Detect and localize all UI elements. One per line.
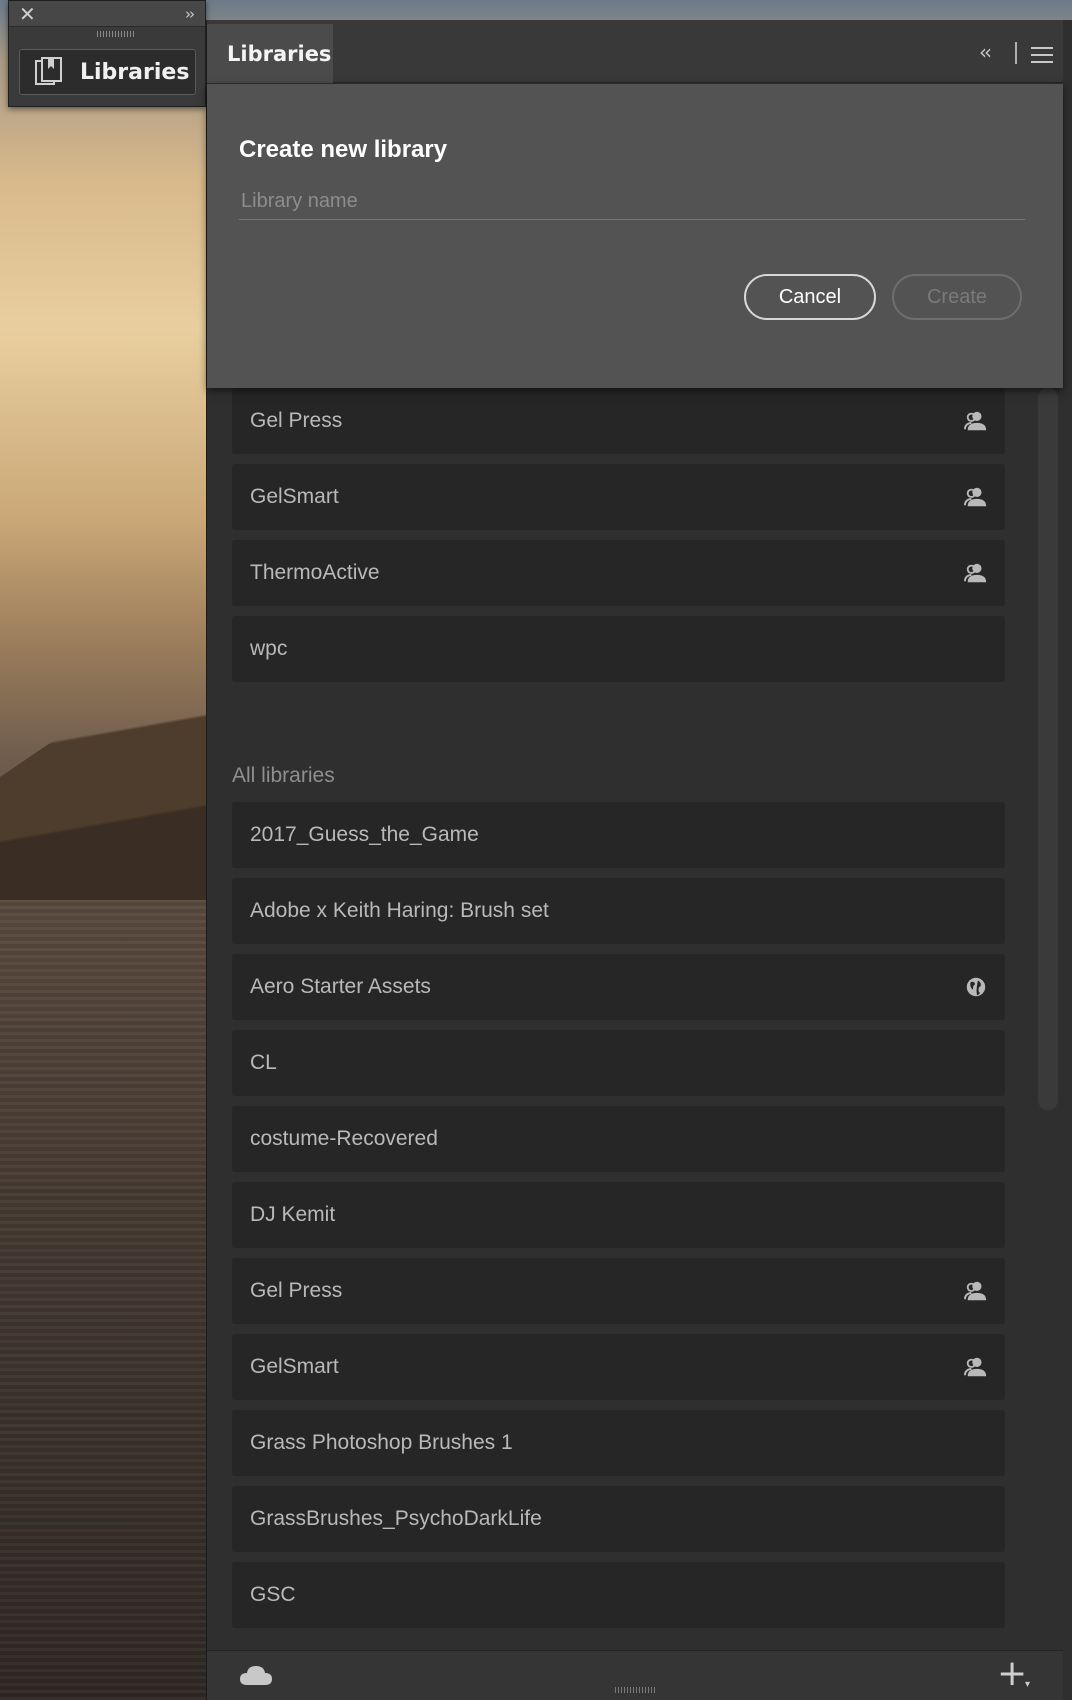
collapsed-panel-dock: ✕ ›› Libraries <box>8 0 206 107</box>
library-list-item[interactable]: GelSmart <box>232 1334 1005 1400</box>
desktop-background-hill <box>0 660 230 920</box>
libraries-button-label: Libraries <box>80 59 190 85</box>
libraries-panel: Libraries ‹‹ Create new library Cancel C… <box>206 20 1072 1700</box>
resize-grip[interactable] <box>615 1687 655 1693</box>
library-list-item[interactable]: 2017_Guess_the_Game <box>232 802 1005 868</box>
double-chevron-right-icon[interactable]: ›› <box>185 3 195 25</box>
library-name: ThermoActive <box>250 561 380 584</box>
dialog-title: Create new library <box>239 136 448 163</box>
creative-cloud-icon[interactable] <box>239 1663 273 1687</box>
recent-libraries-group: Gel Press GelSmart ThermoActive wpc <box>232 388 1005 692</box>
shared-user-icon <box>963 1354 989 1380</box>
tab-separator <box>1015 42 1017 64</box>
library-name: Aero Starter Assets <box>250 975 431 998</box>
hamburger-menu-icon[interactable] <box>1031 47 1053 63</box>
library-list-item[interactable]: Aero Starter Assets <box>232 954 1005 1020</box>
library-list-item[interactable]: wpc <box>232 616 1005 682</box>
library-name: CL <box>250 1051 277 1074</box>
library-name: GSC <box>250 1583 296 1606</box>
tab-libraries[interactable]: Libraries <box>207 24 333 83</box>
library-list-item[interactable]: Grass Photoshop Brushes 1 <box>232 1410 1005 1476</box>
library-name: wpc <box>250 637 288 660</box>
library-list-item[interactable]: Gel Press <box>232 1258 1005 1324</box>
library-name: costume-Recovered <box>250 1127 438 1150</box>
create-button[interactable]: Create <box>892 274 1022 320</box>
add-plus-icon[interactable]: + <box>997 1653 1027 1694</box>
library-list-item[interactable]: GelSmart <box>232 464 1005 530</box>
library-list-item[interactable]: CL <box>232 1030 1005 1096</box>
close-icon[interactable]: ✕ <box>19 3 36 25</box>
library-name: Grass Photoshop Brushes 1 <box>250 1431 513 1454</box>
library-list-item[interactable]: GSC <box>232 1562 1005 1628</box>
library-list: Gel Press GelSmart ThermoActive wpc All lib… <box>207 388 1063 1650</box>
shared-user-icon <box>963 560 989 586</box>
public-globe-icon <box>963 974 989 1000</box>
library-list-item[interactable]: ThermoActive <box>232 540 1005 606</box>
libraries-icon <box>35 57 62 85</box>
scrollbar-thumb[interactable] <box>1038 388 1058 1110</box>
shared-user-icon <box>963 1278 989 1304</box>
library-name: GrassBrushes_PsychoDarkLife <box>250 1507 542 1530</box>
library-list-item[interactable]: DJ Kemit <box>232 1182 1005 1248</box>
library-name-input[interactable] <box>239 184 1025 220</box>
library-name: Adobe x Keith Haring: Brush set <box>250 899 549 922</box>
library-list-item[interactable]: costume-Recovered <box>232 1106 1005 1172</box>
library-name: GelSmart <box>250 1355 339 1378</box>
library-name: DJ Kemit <box>250 1203 336 1226</box>
create-library-dialog: Create new library Cancel Create <box>207 84 1063 388</box>
drag-grip[interactable] <box>97 31 135 37</box>
library-name: 2017_Guess_the_Game <box>250 823 479 846</box>
double-chevron-left-icon[interactable]: ‹‹ <box>979 40 992 64</box>
library-list-item[interactable]: Adobe x Keith Haring: Brush set <box>232 878 1005 944</box>
all-libraries-group: 2017_Guess_the_Game Adobe x Keith Haring:… <box>232 802 1005 1638</box>
library-name: Gel Press <box>250 1279 343 1302</box>
library-list-item[interactable]: GrassBrushes_PsychoDarkLife <box>232 1486 1005 1552</box>
collapsed-panel-header: ✕ ›› <box>9 1 205 27</box>
library-name: GelSmart <box>250 485 339 508</box>
library-list-item[interactable]: Gel Press <box>232 388 1005 454</box>
libraries-panel-button[interactable]: Libraries <box>19 49 196 95</box>
shared-user-icon <box>963 408 989 434</box>
cancel-button[interactable]: Cancel <box>744 274 876 320</box>
all-libraries-heading: All libraries <box>232 764 335 787</box>
panel-tab-bar: Libraries ‹‹ <box>207 20 1063 83</box>
library-name: Gel Press <box>250 409 343 432</box>
add-dropdown-caret-icon[interactable]: ▾ <box>1025 1679 1030 1690</box>
shared-user-icon <box>963 484 989 510</box>
desktop-background-sea <box>0 900 230 1700</box>
